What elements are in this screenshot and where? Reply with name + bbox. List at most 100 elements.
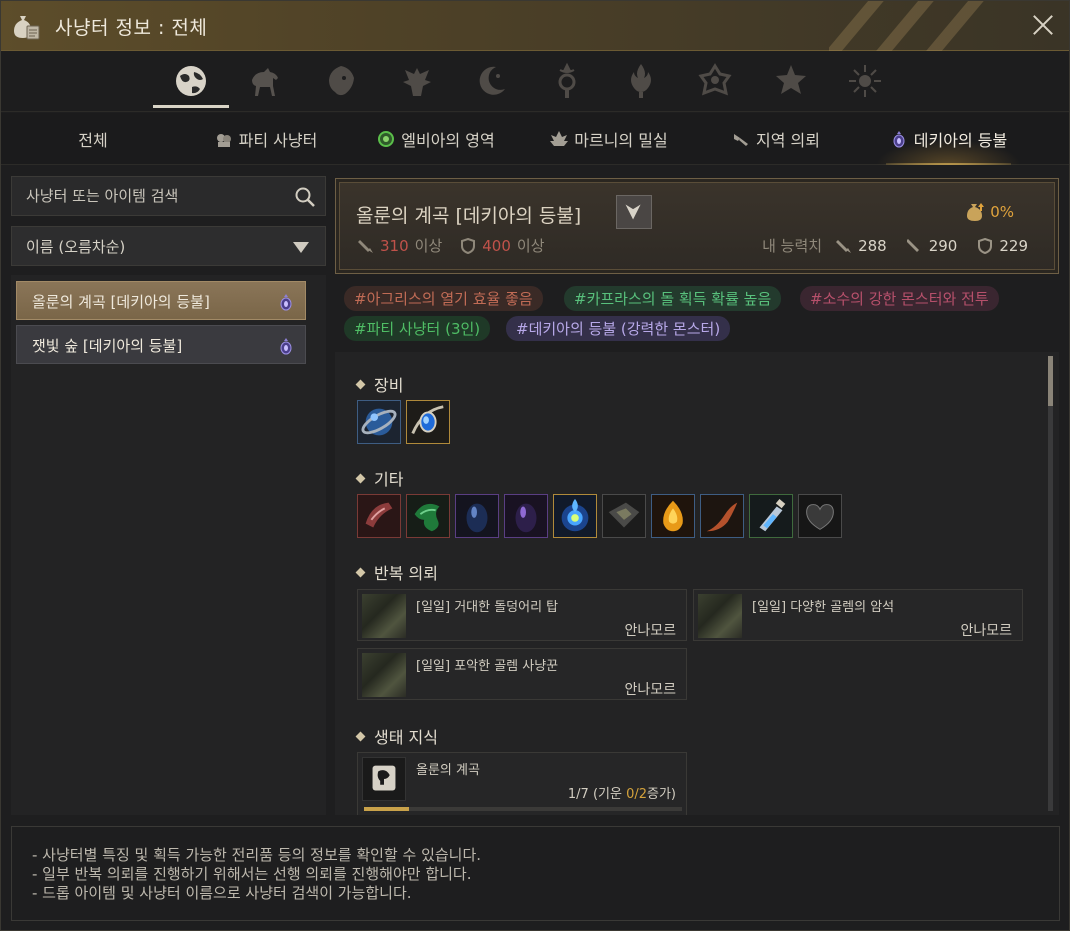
required-stats: 310 이상 400 이상 <box>358 235 545 256</box>
category-sun-ornament[interactable] <box>685 58 745 104</box>
tab-all[interactable]: 전체 <box>41 113 145 165</box>
dark-blue-stone-icon <box>456 495 498 537</box>
sort-dropdown[interactable]: 이름 (오름차순) <box>11 226 326 266</box>
awakening-sword-icon <box>906 238 919 252</box>
my-stats: 내 능력치 288 290 229 <box>762 235 1028 256</box>
ore-box-icon <box>603 495 645 537</box>
category-star[interactable] <box>761 58 821 104</box>
quest-thumbnail <box>362 653 406 697</box>
lantern-icon <box>893 131 905 148</box>
item-slot[interactable] <box>357 400 401 444</box>
sun-ornament-icon <box>698 63 732 96</box>
crest-icon <box>558 62 576 98</box>
scrollbar[interactable] <box>1048 356 1053 811</box>
party-icon <box>216 134 231 147</box>
category-flame[interactable] <box>611 58 671 104</box>
tab-party-ground[interactable]: 파티 사냥터 <box>201 113 331 165</box>
category-globe[interactable] <box>153 58 229 108</box>
my-aap: 290 <box>928 236 958 255</box>
search-box <box>11 176 326 216</box>
section-title: 생태 지식 <box>374 728 438 747</box>
quest-icon <box>734 134 749 146</box>
quest-location: 안나모르 <box>624 682 676 698</box>
details-panel: 장비 기타 반복 의뢰 [일일] 거대한 돌덩어리 탑 안나모르 [일일] 다양… <box>335 352 1059 815</box>
required-dp-suffix: 이상 <box>516 237 545 255</box>
list-item[interactable]: 잿빛 숲 [데키아의 등불] <box>16 325 306 364</box>
tag: #소수의 강한 몬스터와 전투 <box>800 286 999 311</box>
category-lion[interactable] <box>311 58 371 104</box>
moon-icon <box>479 66 505 95</box>
item-slot[interactable] <box>504 494 548 538</box>
expand-button[interactable] <box>616 195 652 229</box>
my-ap: 288 <box>858 236 887 255</box>
green-cloth-icon <box>407 495 449 537</box>
category-crest[interactable] <box>537 58 597 104</box>
filter-tabs: 전체 파티 사냥터 엘비아의 영역 마르니의 밀실 지역 의뢰 데키아의 등불 <box>1 113 1069 165</box>
list-item-label: 올룬의 계곡 [데키아의 등불] <box>32 293 210 311</box>
loot-bag-icon <box>14 16 40 40</box>
sword-icon <box>358 239 373 253</box>
quest-card[interactable]: [일일] 다양한 골렘의 암석 안나모르 <box>693 589 1023 641</box>
eco-title: 올룬의 계곡 <box>416 763 480 778</box>
tab-dekia-lantern[interactable]: 데키아의 등불 <box>876 113 1021 165</box>
footer-line: - 일부 반복 의뢰를 진행하기 위해서는 선행 의뢰를 진행해야만 합니다. <box>32 865 472 883</box>
category-horse[interactable] <box>235 58 295 104</box>
item-slot[interactable] <box>553 494 597 538</box>
section-equipment: 장비 <box>355 372 404 396</box>
my-dp: 229 <box>999 236 1028 255</box>
quest-card[interactable]: [일일] 포악한 골렘 사냥꾼 안나모르 <box>357 648 687 700</box>
required-ap: 310 <box>380 236 409 255</box>
tab-marni-room[interactable]: 마르니의 밀실 <box>539 113 679 165</box>
shield-icon <box>978 237 993 254</box>
section-title: 장비 <box>374 376 404 395</box>
marni-icon <box>550 131 569 146</box>
elvia-icon <box>378 131 395 147</box>
item-slot[interactable] <box>357 494 401 538</box>
item-slot[interactable] <box>406 400 450 444</box>
horse-icon <box>252 68 278 96</box>
scrollbar-thumb[interactable] <box>1048 356 1053 406</box>
quest-thumbnail <box>698 594 742 638</box>
hunting-ground-list: 올룬의 계곡 [데키아의 등불] 잿빛 숲 [데키아의 등불] <box>11 275 326 815</box>
close-button[interactable] <box>1031 13 1055 37</box>
quest-title: [일일] 다양한 골렘의 암석 <box>752 600 895 615</box>
chevron-down-icon <box>293 242 309 253</box>
info-footer: - 사냥터별 특징 및 획득 가능한 전리품 등의 정보를 확인할 수 있습니다… <box>11 826 1060 921</box>
quest-thumbnail <box>362 594 406 638</box>
category-eagle[interactable] <box>387 58 447 104</box>
item-slot[interactable] <box>455 494 499 538</box>
tab-label: 엘비아의 영역 <box>401 131 495 150</box>
quest-location: 안나모르 <box>624 623 676 639</box>
footer-line: - 사냥터별 특징 및 획득 가능한 전리품 등의 정보를 확인할 수 있습니다… <box>32 846 482 864</box>
tab-elvia-realm[interactable]: 엘비아의 영역 <box>366 113 506 165</box>
red-horn-icon <box>701 495 743 537</box>
item-slot[interactable] <box>406 494 450 538</box>
item-slot[interactable] <box>700 494 744 538</box>
category-sunburst[interactable] <box>835 58 895 104</box>
item-slot[interactable] <box>651 494 695 538</box>
chevron-down-icon <box>625 204 641 220</box>
tab-label: 파티 사냥터 <box>238 131 318 150</box>
tag: #파티 사냥터 (3인) <box>344 316 491 341</box>
item-slot[interactable] <box>749 494 793 538</box>
my-stats-label: 내 능력치 <box>762 237 823 255</box>
section-title: 반복 의뢰 <box>374 564 438 583</box>
title-bar: 사냥터 정보 : 전체 <box>1 1 1069 51</box>
item-slot[interactable] <box>602 494 646 538</box>
dark-heart-icon <box>799 495 841 537</box>
lantern-icon <box>280 338 292 355</box>
tab-regional-quest[interactable]: 지역 의뢰 <box>721 113 831 165</box>
eco-knowledge-card[interactable]: 올룬의 계곡 1/7 (기운 0/2증가) <box>357 752 687 815</box>
search-icon[interactable] <box>294 186 316 208</box>
shield-icon <box>461 237 476 254</box>
monster-silhouette-icon <box>372 765 396 791</box>
category-moon[interactable] <box>461 58 521 104</box>
drop-rate: 0% <box>964 201 1014 223</box>
section-title: 기타 <box>374 470 404 489</box>
item-slot[interactable] <box>798 494 842 538</box>
search-input[interactable] <box>12 177 282 215</box>
eco-thumbnail <box>362 757 406 801</box>
quest-title: [일일] 포악한 골렘 사냥꾼 <box>416 659 559 674</box>
quest-card[interactable]: [일일] 거대한 돌덩어리 탑 안나모르 <box>357 589 687 641</box>
list-item[interactable]: 올룬의 계곡 [데키아의 등불] <box>16 281 306 320</box>
